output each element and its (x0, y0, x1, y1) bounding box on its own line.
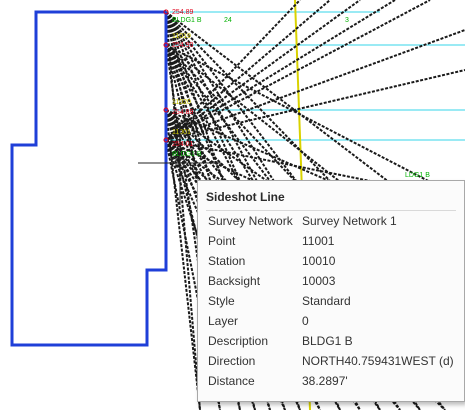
property-row: Layer 0 (208, 314, 458, 334)
property-row: Distance 38.2897' (208, 374, 458, 394)
tooltip-title: Sideshot Line (206, 190, 285, 204)
property-value: NORTH40.759431WEST (d) (302, 354, 454, 368)
property-row: Survey Network Survey Network 1 (208, 214, 458, 234)
property-value: 38.2897' (302, 374, 348, 388)
property-value: 11001 (302, 234, 335, 248)
elevation-label: 254.01 (172, 141, 194, 148)
property-value: 0 (302, 314, 309, 328)
property-key: Station (208, 254, 246, 268)
property-key: Style (208, 294, 235, 308)
property-row: Backsight 10003 (208, 274, 458, 294)
point-number-label: 11019 (172, 33, 191, 40)
description-label: 3 (345, 17, 349, 24)
building-outline[interactable] (10, 10, 168, 347)
description-label: LDG1 B (405, 172, 430, 179)
property-key: Point (208, 234, 236, 248)
elevation-label: 254.89 (172, 9, 194, 16)
property-key: Description (208, 334, 269, 348)
sideshot-line[interactable] (165, 0, 431, 141)
property-key: Distance (208, 374, 255, 388)
description-label: BLDG1 B (172, 151, 202, 158)
property-row: Direction NORTH40.759431WEST (d) (208, 354, 458, 374)
description-label: 24 (224, 17, 232, 24)
elevation-label: 254.89 (172, 109, 194, 116)
property-value: 10003 (302, 274, 336, 288)
description-label: BLDG1 B (172, 17, 202, 24)
property-key: Backsight (208, 274, 261, 288)
elevation-label: 254.90 (172, 42, 194, 49)
tooltip-divider (206, 210, 456, 211)
point-number-label: 11001 (172, 129, 191, 136)
property-key: Direction (208, 354, 256, 368)
property-row: Station 10010 (208, 254, 458, 274)
property-value: Standard (302, 294, 351, 308)
property-value: BLDG1 B (302, 334, 353, 348)
point-number-label: 11020 (172, 99, 191, 106)
property-value: 10010 (302, 254, 336, 268)
property-value: Survey Network 1 (302, 214, 397, 228)
sideshot-tooltip: Sideshot Line Survey Network Survey Netw… (197, 180, 465, 402)
property-key: Layer (208, 314, 239, 328)
property-row: Point 11001 (208, 234, 458, 254)
property-row: Description BLDG1 B (208, 334, 458, 354)
property-key: Survey Network (208, 214, 293, 228)
property-row: Style Standard (208, 294, 458, 314)
